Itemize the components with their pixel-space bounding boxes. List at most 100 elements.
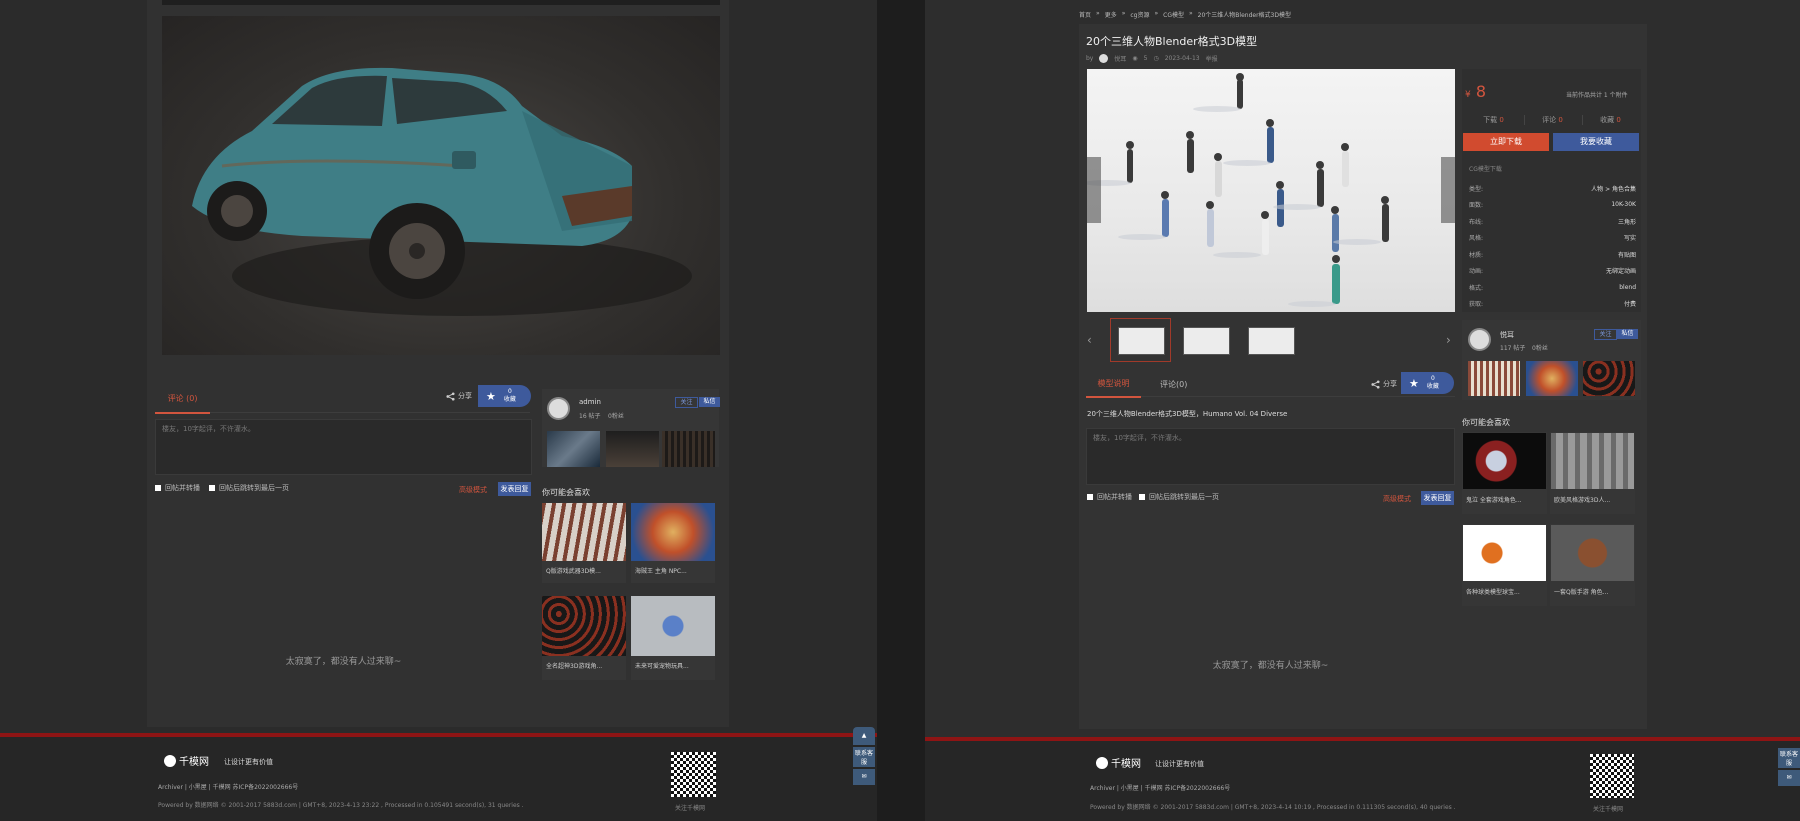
- submit-reply-button[interactable]: 发表回复: [498, 482, 531, 496]
- car-model-image[interactable]: [162, 16, 720, 355]
- tab-comments-label: 评论 (0): [167, 394, 198, 403]
- breadcrumb-item[interactable]: 首页: [1079, 10, 1091, 19]
- comment-textarea[interactable]: 楼友，10字起评，不许灌水。: [1086, 428, 1455, 485]
- main-preview-image[interactable]: [1087, 69, 1455, 312]
- recommend-card[interactable]: 鬼泣 全套游戏角色...: [1462, 432, 1547, 514]
- back-to-top-button[interactable]: ▲: [853, 727, 875, 745]
- recommend-thumb[interactable]: [631, 503, 715, 561]
- checkbox-box[interactable]: [1087, 494, 1093, 500]
- breadcrumb-item[interactable]: 20个三维人物Blender格式3D模型: [1198, 10, 1291, 19]
- message-button[interactable]: 私信: [1617, 329, 1638, 339]
- advanced-mode-link[interactable]: 高级模式: [1383, 494, 1411, 504]
- author-work-thumb[interactable]: [547, 431, 600, 467]
- checkbox-repost[interactable]: 回帖并转播: [155, 483, 200, 493]
- add-favorite-button[interactable]: 我要收藏: [1553, 133, 1639, 151]
- thumb-prev-arrow[interactable]: ‹: [1087, 333, 1092, 347]
- author-work-thumb[interactable]: [1526, 361, 1578, 396]
- recommend-thumb[interactable]: [1463, 525, 1546, 581]
- spec-row: 动画: 无绑定动画: [1469, 263, 1636, 280]
- author-name[interactable]: admin: [579, 398, 601, 406]
- recommend-caption[interactable]: 各种球类模型球宝...: [1462, 582, 1547, 601]
- footer-logo[interactable]: 千模网: [1096, 755, 1141, 770]
- checkbox-repost[interactable]: 回帖并转播: [1087, 492, 1132, 502]
- author-work-thumb[interactable]: [662, 431, 715, 467]
- contact-service-button[interactable]: 联系客服: [853, 747, 875, 767]
- tab-model-description[interactable]: 模型说明: [1086, 377, 1141, 398]
- recommend-caption[interactable]: 全名超神3D游戏角...: [542, 656, 626, 675]
- author-work-thumb[interactable]: [1583, 361, 1635, 396]
- author-work-thumb[interactable]: [606, 431, 659, 467]
- breadcrumb-item[interactable]: CG模型: [1163, 10, 1184, 19]
- recommend-card[interactable]: 全名超神3D游戏角...: [542, 596, 626, 680]
- recommend-card[interactable]: 一套Q版手游 角色...: [1550, 524, 1635, 606]
- author-name[interactable]: 悦耳: [1500, 330, 1514, 340]
- share-button[interactable]: 分享: [1371, 379, 1397, 389]
- author-avatar[interactable]: [1468, 328, 1491, 351]
- tab-comments-label: 评论(0): [1160, 380, 1188, 389]
- follow-button[interactable]: 关注: [675, 397, 698, 408]
- recommend-card[interactable]: Q版游戏武器3D模...: [542, 503, 626, 583]
- recommend-caption[interactable]: 鬼泣 全套游戏角色...: [1462, 490, 1547, 509]
- checkbox-box[interactable]: [1139, 494, 1145, 500]
- advanced-mode-link[interactable]: 高级模式: [459, 485, 487, 495]
- checkbox-box[interactable]: [209, 485, 215, 491]
- thumbnail[interactable]: [1183, 327, 1230, 355]
- recommend-thumb[interactable]: [542, 596, 626, 656]
- favorite-button[interactable]: ★ 0 收藏: [478, 385, 531, 407]
- share-button[interactable]: 分享: [446, 391, 472, 401]
- favorite-button[interactable]: ★ 0 收藏: [1401, 372, 1454, 394]
- recommend-card[interactable]: 海贼王 主角 NPC...: [631, 503, 715, 583]
- checkbox-repost-label: 回帖并转播: [165, 484, 200, 492]
- recommend-thumb[interactable]: [1551, 525, 1634, 581]
- footer-links[interactable]: Archiver | 小黑屋 | 千模网 苏ICP备2022002666号: [158, 782, 298, 791]
- download-now-button[interactable]: 立即下载: [1463, 133, 1549, 151]
- author-mini-avatar[interactable]: [1099, 54, 1109, 63]
- spec-row: 获取: 付费: [1469, 296, 1636, 313]
- footer-logo[interactable]: 千模网: [164, 753, 209, 768]
- follow-button[interactable]: 关注: [1594, 329, 1617, 340]
- mail-button[interactable]: ✉: [853, 769, 875, 785]
- message-button[interactable]: 私信: [699, 397, 720, 407]
- prev-image-arrow[interactable]: [1087, 157, 1101, 223]
- recommend-thumb[interactable]: [542, 503, 626, 561]
- checkbox-box[interactable]: [155, 485, 161, 491]
- recommend-caption[interactable]: Q版游戏武器3D模...: [542, 561, 626, 580]
- tab-comments[interactable]: 评论 (0): [155, 392, 210, 414]
- recommend-caption[interactable]: 未来可爱宠物玩具...: [631, 656, 715, 675]
- recommend-caption[interactable]: 欧美风格游戏3D人...: [1550, 490, 1635, 509]
- tab-comments[interactable]: 评论(0): [1160, 379, 1187, 390]
- submit-reply-button[interactable]: 发表回复: [1421, 491, 1454, 505]
- thumbnail[interactable]: [1118, 327, 1165, 355]
- contact-service-button[interactable]: 联系客服: [1778, 748, 1800, 768]
- author-work-thumb[interactable]: [1468, 361, 1520, 396]
- recommend-caption[interactable]: 海贼王 主角 NPC...: [631, 561, 715, 580]
- breadcrumb-item[interactable]: 更多: [1105, 10, 1117, 19]
- spec-value: blend: [1619, 283, 1636, 291]
- meta-report[interactable]: 举报: [1206, 54, 1218, 63]
- checkbox-jump-last[interactable]: 回帖后跳转到最后一页: [209, 483, 289, 493]
- recommend-thumb[interactable]: [631, 596, 715, 656]
- next-image-arrow[interactable]: [1441, 157, 1455, 223]
- checkbox-jump-last[interactable]: 回帖后跳转到最后一页: [1139, 492, 1219, 502]
- checkbox-repost-label: 回帖并转播: [1097, 493, 1132, 501]
- footer-links[interactable]: Archiver | 小黑屋 | 千模网 苏ICP备2022002666号: [1090, 783, 1230, 792]
- recommend-thumb[interactable]: [1463, 433, 1546, 489]
- recommend-caption[interactable]: 一套Q版手游 角色...: [1550, 582, 1635, 601]
- recommend-thumb[interactable]: [1551, 433, 1634, 489]
- thumb-next-arrow[interactable]: ›: [1446, 333, 1451, 347]
- mail-button[interactable]: ✉: [1778, 770, 1800, 786]
- meta-author[interactable]: 悦耳: [1114, 54, 1126, 63]
- thumbnail[interactable]: [1248, 327, 1295, 355]
- people-illustration: [1087, 73, 1389, 307]
- recommend-card[interactable]: 各种球类模型球宝...: [1462, 524, 1547, 606]
- recommend-card[interactable]: 未来可爱宠物玩具...: [631, 596, 715, 680]
- share-label: 分享: [1383, 380, 1397, 388]
- author-avatar[interactable]: [547, 397, 570, 420]
- breadcrumb-item[interactable]: cg资源: [1130, 10, 1149, 19]
- stat-value: 0: [1499, 116, 1504, 124]
- empty-comments-text: 太寂寞了，都没有人过来聊~: [1212, 661, 1329, 671]
- meta-date: 2023-04-13: [1164, 55, 1200, 62]
- qr-code: [1590, 754, 1634, 798]
- comment-textarea[interactable]: 楼友，10字起评，不许灌水。: [155, 419, 532, 475]
- recommend-card[interactable]: 欧美风格游戏3D人...: [1550, 432, 1635, 514]
